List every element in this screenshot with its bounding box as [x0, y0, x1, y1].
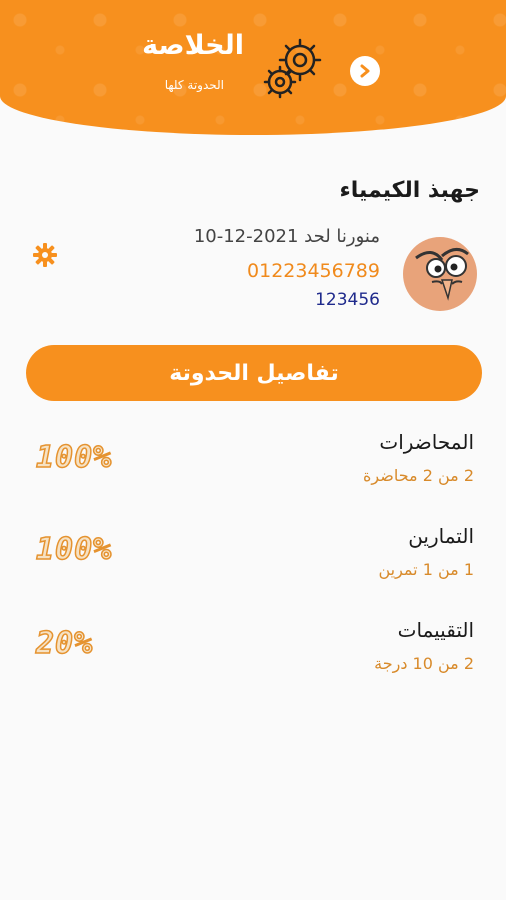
lectures-title: المحاضرات	[379, 430, 474, 454]
back-button[interactable]	[350, 56, 380, 86]
center-name: جهبذ الكيمياء	[339, 178, 480, 203]
page-subtitle: الحدوتة كلها	[164, 78, 224, 92]
gears-icon	[256, 30, 332, 106]
page-title: الخلاصة	[142, 30, 244, 61]
assessments-detail: 2 من 10 درجة	[374, 654, 474, 673]
settings-button[interactable]	[32, 242, 58, 268]
gear-icon	[33, 243, 57, 267]
assessments-title: التقييمات	[397, 618, 474, 642]
lectures-percent: 100%	[35, 439, 113, 476]
exercises-percent: 100%	[35, 531, 113, 568]
exercises-detail: 1 من 1 تمرين	[378, 560, 474, 579]
story-details-button[interactable]: تفاصيل الحدوتة	[26, 345, 482, 401]
header-bar: الخلاصة الحدوتة كلها	[0, 0, 506, 135]
avatar	[402, 236, 478, 312]
assessments-percent: 20%	[35, 625, 94, 662]
header-pattern	[0, 0, 506, 135]
chevron-right-icon	[360, 64, 370, 78]
student-code: 123456	[315, 290, 380, 310]
phone-number: 01223456789	[247, 260, 380, 282]
lectures-detail: 2 من 2 محاضرة	[363, 466, 474, 485]
subscription-expiry: منورنا لحد 2021-12-10	[193, 226, 380, 247]
exercises-title: التمارين	[408, 524, 474, 548]
